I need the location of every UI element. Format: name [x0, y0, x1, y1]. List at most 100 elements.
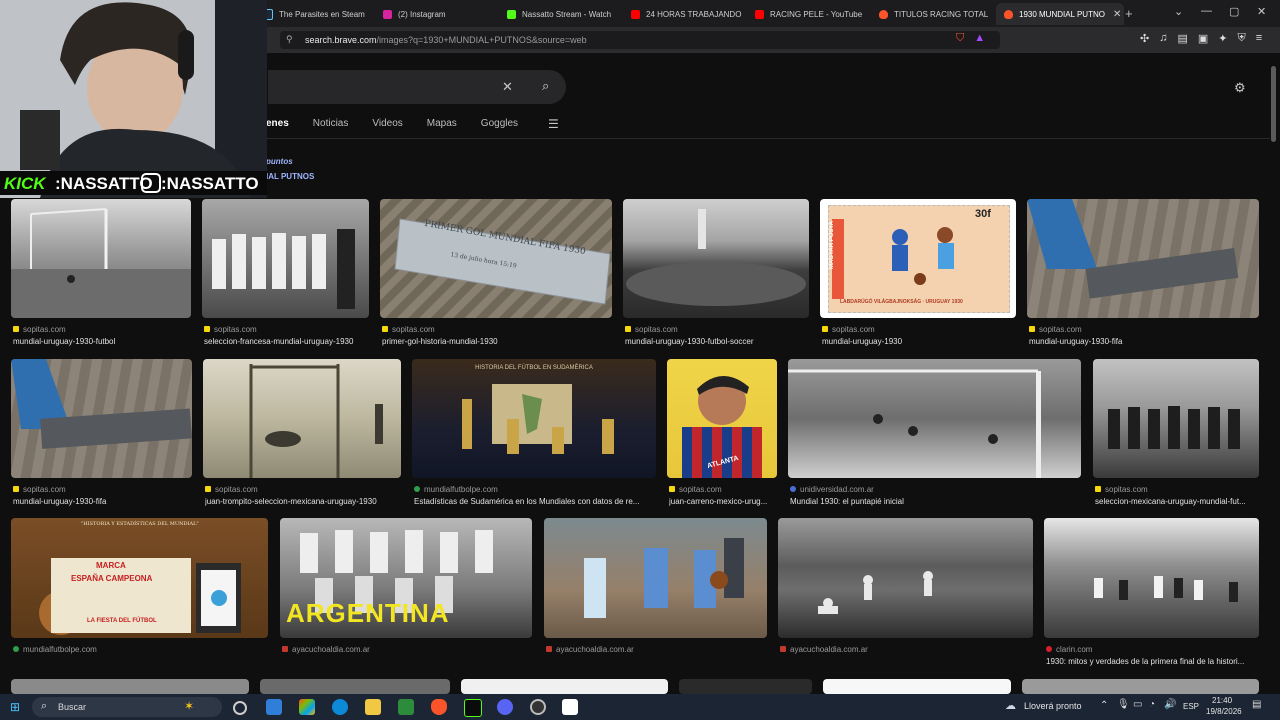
windows-start-icon[interactable]: ⊞ [10, 700, 20, 714]
result-title[interactable]: Mundial 1930: el puntapié inicial [790, 497, 1081, 506]
capcut-icon[interactable] [562, 699, 578, 715]
extensions-icon[interactable]: ✣ [1140, 32, 1149, 45]
result-title[interactable]: mundial-uruguay-1930-fifa [13, 497, 192, 506]
task-view-icon[interactable] [233, 701, 247, 715]
address-bar[interactable]: ⚲ search.brave.com/images?q=1930+MUNDIAL… [280, 31, 1000, 49]
browser-tab[interactable]: (2) Instagram [383, 3, 495, 25]
result-thumbnail[interactable]: PRIMER GOL MUNDIAL FIFA 1930 13 de julio… [380, 199, 612, 318]
obs-icon[interactable] [530, 699, 546, 715]
result-thumbnail[interactable] [788, 359, 1081, 478]
camera-icon[interactable]: ▭ [1133, 699, 1142, 710]
music-icon[interactable]: ♫ [1159, 32, 1167, 45]
result-thumbnail[interactable] [203, 359, 401, 478]
result-title[interactable]: seleccion-mexicana-uruguay-mundial-fut..… [1095, 497, 1259, 506]
site-favicon-icon [1046, 646, 1052, 652]
result-thumbnail[interactable] [461, 679, 668, 694]
result-title[interactable]: juan-trompito-seleccion-mexicana-uruguay… [205, 497, 401, 506]
tab-videos[interactable]: Videos [372, 118, 402, 129]
clear-search-icon[interactable]: ✕ [502, 79, 513, 95]
vpn-icon[interactable]: ⛨ [1238, 32, 1246, 45]
tab-search-button[interactable]: ⌄ [1174, 5, 1183, 18]
volume-icon[interactable]: 🔊 [1164, 699, 1176, 710]
clock-time[interactable]: 21:40 [1212, 696, 1232, 705]
leo-ai-icon[interactable]: ✦ [1218, 32, 1227, 45]
taskbar-search[interactable]: ⌕ Buscar ✶ [32, 697, 222, 717]
result-thumbnail[interactable] [1027, 199, 1259, 318]
chevron-up-icon[interactable]: ⌃ [1100, 700, 1108, 711]
result-thumbnail[interactable]: ATLANTA [667, 359, 777, 478]
weather-icon[interactable]: ☁ [1005, 699, 1016, 712]
original-query-link[interactable]: IAL PUTNOS [266, 172, 314, 181]
wifi-icon[interactable]: ◔ [1149, 699, 1155, 710]
discord-icon[interactable] [497, 699, 513, 715]
wallet-icon[interactable]: ▣ [1198, 32, 1208, 45]
close-tab-icon[interactable]: ✕ [1113, 9, 1121, 20]
tab-maps[interactable]: Mapas [427, 118, 457, 129]
site-favicon-icon [282, 646, 288, 652]
search-input[interactable]: ✕ ⌕ [268, 70, 566, 104]
browser-tab[interactable]: 24 HORAS TRABAJANDO [631, 3, 743, 25]
filter-sliders-icon[interactable]: ☰ [548, 117, 559, 131]
result-title[interactable]: mundial-uruguay-1930-futbol-soccer [625, 337, 809, 346]
browser-tab[interactable]: TITULOS RACING TOTAL [879, 3, 991, 25]
browser-tab[interactable]: The Parasites en Steam [262, 3, 374, 25]
result-thumbnail[interactable]: HISTORIA DEL FÚTBOL EN SUDAMÉRICA [412, 359, 656, 478]
notifications-icon[interactable]: ▤ [1252, 699, 1261, 710]
result-thumbnail[interactable]: MAGYAR POSTA 30f LABDARÚGÓ VILÁGBAJNOKSÁ… [820, 199, 1016, 318]
language-indicator[interactable]: ESP [1183, 702, 1199, 711]
result-thumbnail[interactable] [623, 199, 809, 318]
search-icon[interactable]: ⌕ [542, 78, 549, 94]
result-thumbnail[interactable] [1093, 359, 1259, 478]
file-explorer-icon[interactable] [365, 699, 381, 715]
site-info-icon[interactable]: ⚲ [286, 34, 293, 45]
result-title[interactable]: juan-carreno-mexico-urug... [669, 497, 779, 506]
result-title[interactable]: primer-gol-historia-mundial-1930 [382, 337, 612, 346]
result-thumbnail[interactable] [11, 359, 192, 478]
result-title[interactable]: 1930: mitos y verdades de la primera fin… [1046, 657, 1259, 666]
result-title[interactable]: seleccion-francesa-mundial-uruguay-1930 [204, 337, 369, 346]
result-thumbnail[interactable] [544, 518, 767, 638]
result-title[interactable]: Estadísticas de Sudamérica en los Mundia… [414, 497, 656, 506]
browser-tab-active[interactable]: 1930 MUNDIAL PUTNO ✕ [996, 3, 1124, 25]
result-thumbnail[interactable] [202, 199, 369, 318]
result-thumbnail[interactable] [11, 199, 191, 318]
close-window-button[interactable]: ✕ [1257, 5, 1266, 18]
result-thumbnail[interactable] [679, 679, 812, 694]
brave-rewards-icon[interactable]: ▲ [974, 32, 985, 45]
result-thumbnail[interactable]: "HISTORIA Y ESTADÍSTICAS DEL MUNDIAL" MA… [11, 518, 268, 638]
result-thumbnail[interactable] [823, 679, 1011, 694]
tab-goggles[interactable]: Goggles [481, 118, 518, 129]
clock-date[interactable]: 19/8/2026 [1206, 707, 1242, 716]
microphone-icon[interactable]: 🎙 [1117, 699, 1130, 710]
weather-text[interactable]: Lloverá pronto [1024, 701, 1082, 711]
edge-copilot-icon[interactable] [266, 699, 282, 715]
maximize-button[interactable]: ▢ [1229, 5, 1239, 18]
result-thumbnail[interactable] [260, 679, 450, 694]
tab-images[interactable]: enes [266, 118, 289, 129]
sidebar-icon[interactable]: ▤ [1177, 32, 1187, 45]
result-title[interactable]: mundial-uruguay-1930 [822, 337, 1016, 346]
browser-tab[interactable]: RACING PELE - YouTube [755, 3, 867, 25]
result-thumbnail[interactable] [778, 518, 1033, 638]
brave-shield-icon[interactable]: ⛉ [956, 32, 964, 45]
result-thumbnail[interactable]: ARGENTINA [280, 518, 532, 638]
result-title[interactable]: mundial-uruguay-1930-futbol [13, 337, 191, 346]
browser-tab[interactable]: Nassatto Stream - Watch [507, 3, 619, 25]
settings-gear-icon[interactable]: ⚙ [1234, 80, 1246, 96]
new-tab-button[interactable]: + [1125, 6, 1133, 21]
result-title[interactable]: mundial-uruguay-1930-fifa [1029, 337, 1259, 346]
menu-icon[interactable]: ≡ [1256, 32, 1262, 45]
page-scrollbar[interactable] [1271, 66, 1276, 142]
store-icon[interactable] [398, 699, 414, 715]
tab-news[interactable]: Noticias [313, 118, 349, 129]
minimize-button[interactable]: — [1201, 5, 1212, 17]
brave-browser-icon[interactable] [431, 699, 447, 715]
copilot-icon[interactable] [299, 699, 315, 715]
result-thumbnail[interactable] [11, 679, 249, 694]
result-thumbnail[interactable] [1044, 518, 1259, 638]
edge-icon[interactable] [332, 699, 348, 715]
result-thumbnail[interactable] [1022, 679, 1259, 694]
brave-icon [1004, 9, 1013, 19]
kick-app-icon[interactable] [464, 699, 482, 717]
spelling-suggestion[interactable]: puntos [266, 157, 293, 166]
